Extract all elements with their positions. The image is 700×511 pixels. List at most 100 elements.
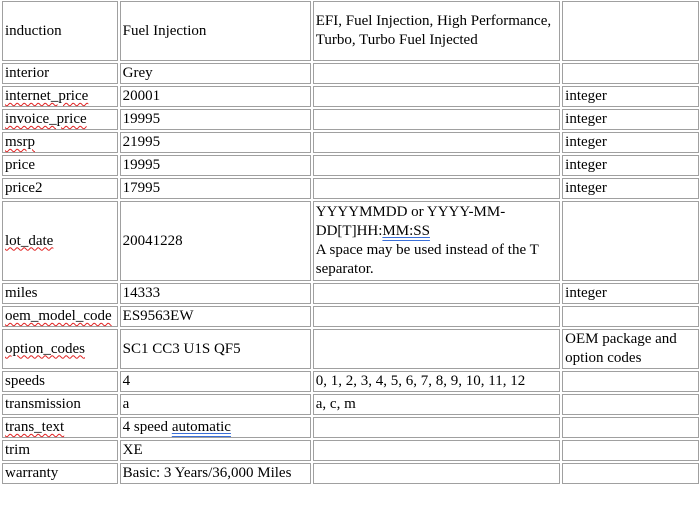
grammar-flagged-text: automatic <box>171 419 231 435</box>
type-cell <box>562 394 699 415</box>
allowed-values-cell: YYYYMMDD or YYYY-MM-DD[T]HH:MM:SS A space… <box>312 201 561 281</box>
allowed-values-cell <box>312 109 561 130</box>
field-value-cell: a <box>119 394 311 415</box>
table-row: interior Grey <box>2 63 699 84</box>
table-row: price2 17995 integer <box>2 178 699 199</box>
table-row: msrp 21995 integer <box>2 132 699 153</box>
field-name-cell: lot_date <box>2 201 118 281</box>
table-row: induction Fuel Injection EFI, Fuel Injecti… <box>2 1 699 61</box>
spellcheck-flagged-text: invoice_price <box>5 111 87 127</box>
allowed-values-cell: EFI, Fuel Injection, High Performance, T… <box>312 1 561 61</box>
field-spec-table: induction Fuel Injection EFI, Fuel Injecti… <box>0 0 700 486</box>
allowed-values-cell <box>312 178 561 199</box>
field-value-cell: 21995 <box>119 132 311 153</box>
spellcheck-flagged-text: msrp <box>5 134 35 150</box>
cell-text: integer <box>565 111 607 127</box>
allowed-values-cell <box>312 329 561 369</box>
type-cell: integer <box>562 178 699 199</box>
cell-text: Fuel Injection <box>122 22 207 39</box>
cell-text: A space may be used instead of the T sep… <box>315 242 539 277</box>
table-row: option_codes SC1 CC3 U1S QF5 OEM package a… <box>2 329 699 369</box>
field-value-cell: 19995 <box>119 109 311 130</box>
field-value-cell: 14333 <box>119 283 311 304</box>
cell-text: integer <box>565 157 607 173</box>
field-name-cell: trim <box>2 440 118 461</box>
type-cell <box>562 1 699 61</box>
field-name-cell: internet_price <box>2 86 118 107</box>
cell-text: a, c, m <box>315 396 356 412</box>
cell-text: Basic: 3 Years/36,000 Miles <box>122 465 292 481</box>
cell-text: integer <box>565 285 607 301</box>
type-cell <box>562 63 699 84</box>
cell-text: trim <box>5 442 30 458</box>
cell-text: 20041228 <box>122 232 183 249</box>
cell-text: transmission <box>5 396 81 412</box>
allowed-values-cell <box>312 283 561 304</box>
field-value-cell: 20001 <box>119 86 311 107</box>
cell-text: miles <box>5 285 38 301</box>
cell-text: EFI, Fuel Injection, High Performance, T… <box>315 13 552 48</box>
cell-text: warranty <box>5 465 59 481</box>
cell-text: integer <box>565 180 607 196</box>
spellcheck-flagged-text: trans_text <box>5 419 65 435</box>
table-row: price 19995 integer <box>2 155 699 176</box>
cell-text: OEM package and option codes <box>565 331 677 366</box>
cell-text: interior <box>5 65 50 81</box>
field-value-cell: 20041228 <box>119 201 311 281</box>
table-row: trim XE <box>2 440 699 461</box>
field-value-cell: Basic: 3 Years/36,000 Miles <box>119 463 311 484</box>
cell-text: XE <box>122 442 143 458</box>
cell-text: integer <box>565 88 607 104</box>
type-cell: integer <box>562 155 699 176</box>
cell-text: speeds <box>5 373 45 389</box>
cell-text: 19995 <box>122 111 161 127</box>
spellcheck-flagged-text: lot_date <box>5 232 54 249</box>
allowed-values-cell <box>312 86 561 107</box>
allowed-values-cell <box>312 63 561 84</box>
allowed-values-cell <box>312 306 561 327</box>
spellcheck-flagged-text: option_codes <box>5 340 85 357</box>
field-name-cell: induction <box>2 1 118 61</box>
table-row: trans_text 4 speed automatic <box>2 417 699 438</box>
field-value-cell: Fuel Injection <box>119 1 311 61</box>
cell-text: price2 <box>5 180 43 196</box>
cell-text: 0, 1, 2, 3, 4, 5, 6, 7, 8, 9, 10, 11, 12 <box>315 373 526 389</box>
type-cell <box>562 440 699 461</box>
cell-text: price <box>5 157 35 173</box>
field-value-cell: 19995 <box>119 155 311 176</box>
cell-text: induction <box>5 22 62 39</box>
cell-text: integer <box>565 134 607 150</box>
type-cell: integer <box>562 132 699 153</box>
cell-text: 17995 <box>122 180 161 196</box>
allowed-values-cell <box>312 155 561 176</box>
type-cell <box>562 371 699 392</box>
field-value-cell: 17995 <box>119 178 311 199</box>
field-name-cell: price2 <box>2 178 118 199</box>
allowed-values-cell <box>312 440 561 461</box>
table-row: lot_date 20041228 YYYYMMDD or YYYY-MM-DD[T… <box>2 201 699 281</box>
type-cell: integer <box>562 283 699 304</box>
table-row: invoice_price 19995 integer <box>2 109 699 130</box>
grammar-flagged-text: MM:SS <box>382 223 430 239</box>
spellcheck-flagged-text: internet_price <box>5 88 89 104</box>
type-cell <box>562 417 699 438</box>
cell-text: 20001 <box>122 88 161 104</box>
table-row: warranty Basic: 3 Years/36,000 Miles <box>2 463 699 484</box>
spellcheck-flagged-text: oem_model_code <box>5 308 112 324</box>
cell-text: 19995 <box>122 157 161 173</box>
field-name-cell: speeds <box>2 371 118 392</box>
field-name-cell: option_codes <box>2 329 118 369</box>
cell-text: SC1 CC3 U1S QF5 <box>122 340 241 357</box>
field-name-cell: price <box>2 155 118 176</box>
field-name-cell: trans_text <box>2 417 118 438</box>
field-value-cell: SC1 CC3 U1S QF5 <box>119 329 311 369</box>
field-value-cell: XE <box>119 440 311 461</box>
type-cell <box>562 463 699 484</box>
field-value-cell: 4 <box>119 371 311 392</box>
type-cell: OEM package and option codes <box>562 329 699 369</box>
cell-text: Grey <box>122 65 153 81</box>
field-name-cell: miles <box>2 283 118 304</box>
cell-text: a <box>122 396 130 412</box>
allowed-values-cell <box>312 463 561 484</box>
type-cell: integer <box>562 86 699 107</box>
